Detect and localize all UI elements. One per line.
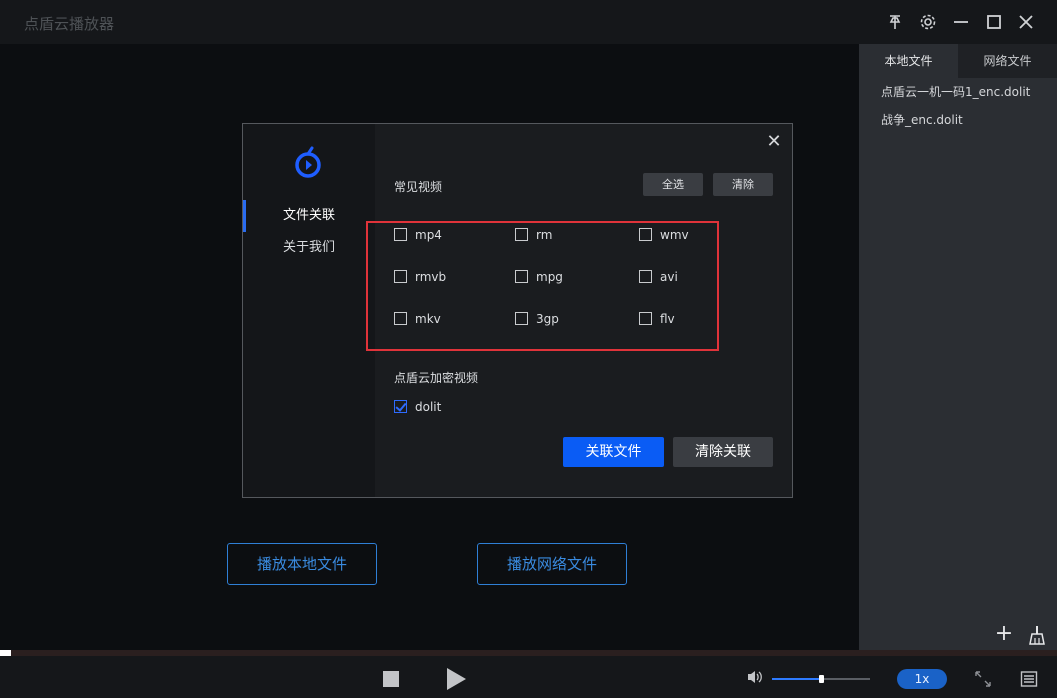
play-button[interactable] — [447, 668, 466, 690]
nav-about-us[interactable]: 关于我们 — [243, 237, 375, 259]
checkbox-box[interactable] — [394, 228, 407, 241]
playlist-item[interactable]: 战争_enc.dolit — [859, 106, 1057, 134]
checkbox-label: mpg — [536, 270, 563, 284]
close-icon[interactable] — [1016, 12, 1036, 32]
checkbox-label: flv — [660, 312, 675, 326]
checkbox-box[interactable] — [515, 228, 528, 241]
checkbox-label: mp4 — [415, 228, 442, 242]
maximize-icon[interactable] — [984, 12, 1004, 32]
select-all-button[interactable]: 全选 — [643, 173, 703, 196]
add-file-button[interactable]: + — [993, 622, 1015, 646]
checkbox-label: avi — [660, 270, 678, 284]
app-title: 点盾云播放器 — [24, 15, 115, 33]
checkbox-box[interactable] — [394, 270, 407, 283]
checkbox-label: rm — [536, 228, 553, 242]
title-bar[interactable]: 点盾云播放器 — [0, 0, 1057, 44]
minimize-icon[interactable] — [951, 12, 971, 32]
pin-icon[interactable] — [885, 12, 905, 32]
player-app: 点盾云播放器 本地文件 网络文件 点盾云一机一码1_enc.dolit 战争_e… — [0, 0, 1057, 698]
app-logo-icon — [293, 146, 323, 180]
checkbox-label: rmvb — [415, 270, 447, 284]
playlist-item[interactable]: 点盾云一机一码1_enc.dolit — [859, 78, 1057, 106]
play-network-file-button[interactable]: 播放网络文件 — [477, 543, 627, 585]
checkbox-label: mkv — [415, 312, 441, 326]
broom-icon[interactable] — [1027, 624, 1047, 646]
checkbox-box[interactable] — [394, 312, 407, 325]
playlist-panel: 本地文件 网络文件 点盾云一机一码1_enc.dolit 战争_enc.doli… — [859, 44, 1057, 650]
control-bar: 1x — [0, 656, 1057, 698]
tab-local-files[interactable]: 本地文件 — [859, 44, 958, 78]
play-local-file-button[interactable]: 播放本地文件 — [227, 543, 377, 585]
playlist: 点盾云一机一码1_enc.dolit 战争_enc.dolit — [859, 78, 1057, 134]
fullscreen-icon[interactable] — [974, 670, 992, 688]
speed-button[interactable]: 1x — [897, 669, 947, 689]
checkbox-box[interactable] — [639, 228, 652, 241]
encrypted-video-title: 点盾云加密视频 — [394, 371, 479, 385]
volume-icon[interactable] — [746, 669, 764, 685]
gear-icon[interactable] — [918, 12, 938, 32]
dialog-close-button[interactable]: ✕ — [763, 131, 785, 153]
volume-handle[interactable] — [819, 675, 824, 683]
stop-button[interactable] — [383, 671, 399, 687]
checkbox-box[interactable] — [394, 400, 407, 413]
checkbox-box[interactable] — [639, 312, 652, 325]
dialog-sidebar: 文件关联 关于我们 — [243, 124, 375, 497]
checkbox-label: dolit — [415, 400, 442, 414]
playlist-icon[interactable] — [1020, 670, 1038, 688]
checkbox-label: 3gp — [536, 312, 559, 326]
file-association-dialog: 文件关联 关于我们 ✕ 常见视频 全选 清除 mp4 rm wmv rmvb m… — [242, 123, 793, 498]
checkbox-box[interactable] — [515, 270, 528, 283]
checkbox-box[interactable] — [515, 312, 528, 325]
tab-network-files[interactable]: 网络文件 — [958, 44, 1057, 78]
clear-button[interactable]: 清除 — [713, 173, 773, 196]
common-video-title: 常见视频 — [394, 180, 443, 194]
playlist-tabs: 本地文件 网络文件 — [859, 44, 1057, 78]
checkbox-label: wmv — [660, 228, 689, 242]
volume-fill — [772, 678, 821, 680]
nav-file-association[interactable]: 文件关联 — [243, 205, 375, 227]
associate-files-button[interactable]: 关联文件 — [563, 437, 664, 467]
volume-slider[interactable] — [772, 675, 870, 683]
checkbox-box[interactable] — [639, 270, 652, 283]
clear-association-button[interactable]: 清除关联 — [673, 437, 773, 467]
